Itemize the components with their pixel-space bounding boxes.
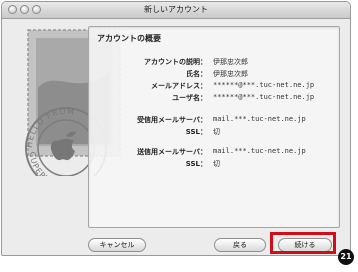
field-value: ******@***.tuc-net.ne.jp: [213, 81, 315, 89]
field-value: 伊那忠次郎: [213, 58, 248, 66]
full-name-row: 氏名： 伊那忠次郎: [89, 69, 339, 80]
field-value: mail.***.tuc-net.ne.jp: [213, 147, 306, 155]
outgoing-ssl-row: SSL： 切: [89, 159, 339, 170]
user-name-row: ユーザ名： ******@***.tuc-net.ne.jp: [89, 93, 339, 104]
field-label: SSL：: [185, 160, 207, 168]
step-number-badge: 21: [338, 249, 354, 265]
cancel-button[interactable]: キャンセル: [88, 238, 146, 252]
summary-heading: アカウントの概要: [97, 34, 161, 43]
back-button[interactable]: 戻る: [214, 238, 266, 252]
field-label: ユーザ名：: [172, 94, 207, 102]
title-bar: 新しいアカウント: [2, 2, 350, 19]
field-value: 切: [213, 128, 220, 136]
field-label: 氏名：: [186, 70, 207, 78]
new-account-window: 新しいアカウント HELLO FROM CUPERTINO アカウントの概要 ア…: [1, 1, 351, 256]
field-value: mail.***.tuc-net.ne.jp: [213, 115, 306, 123]
outgoing-server-row: 送信用メールサーバ： mail.***.tuc-net.ne.jp: [89, 147, 339, 158]
incoming-ssl-row: SSL： 切: [89, 127, 339, 138]
incoming-server-row: 受信用メールサーバ： mail.***.tuc-net.ne.jp: [89, 115, 339, 126]
field-value: 伊那忠次郎: [213, 70, 248, 78]
account-description-row: アカウントの説明： 伊那忠次郎: [89, 57, 339, 68]
field-value: ******@***.tuc-net.ne.jp: [213, 93, 315, 101]
field-value: 切: [213, 160, 220, 168]
email-address-row: メールアドレス： ******@***.tuc-net.ne.jp: [89, 81, 339, 92]
window-title: 新しいアカウント: [144, 5, 208, 14]
field-label: 受信用メールサーバ：: [137, 116, 207, 124]
field-label: アカウントの説明：: [144, 58, 207, 66]
account-summary-panel: アカウントの概要 アカウントの説明： 伊那忠次郎 氏名： 伊那忠次郎 メールアド…: [88, 26, 340, 228]
field-label: メールアドレス：: [151, 82, 207, 90]
field-label: SSL：: [185, 128, 207, 136]
continue-button-highlight: [270, 232, 336, 254]
field-label: 送信用メールサーバ：: [137, 148, 207, 156]
